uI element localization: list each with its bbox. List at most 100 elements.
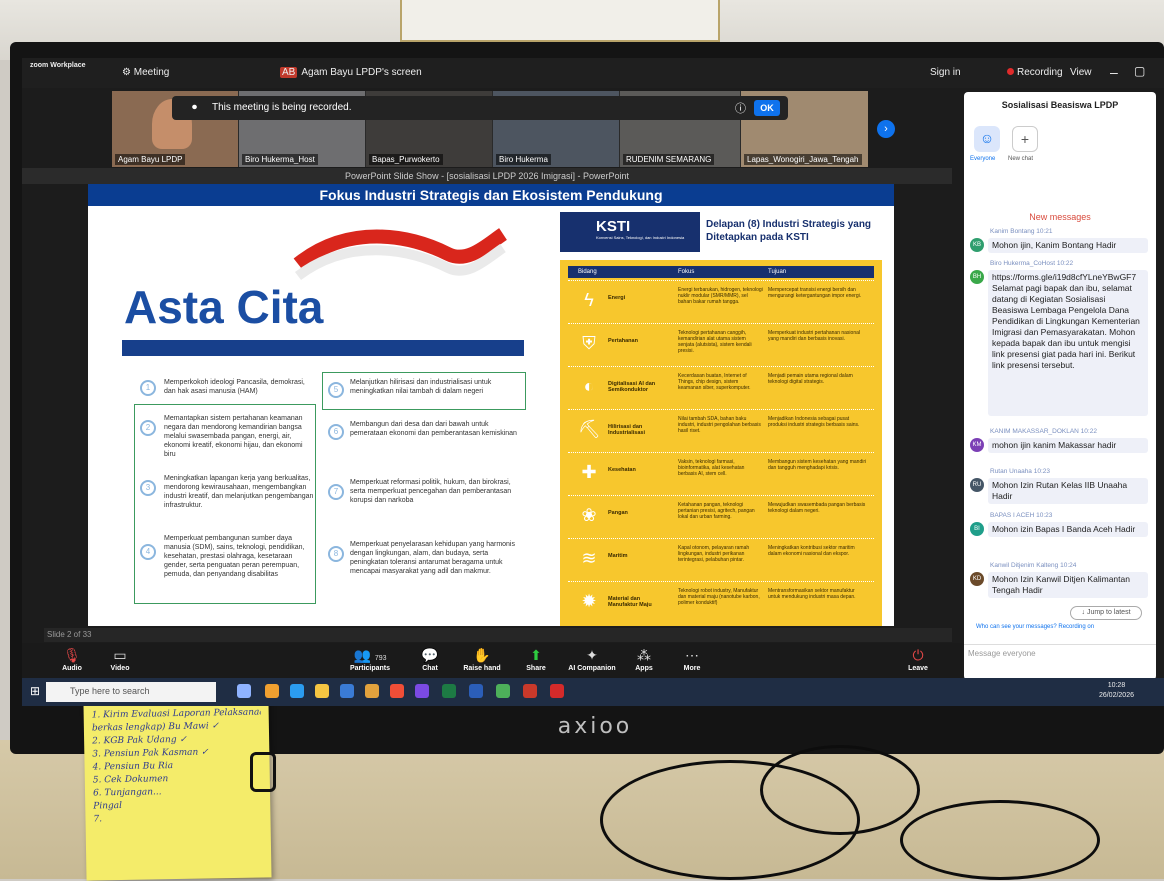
windows-taskbar: ⊞ Type here to search 10:28 26/02/2026: [22, 678, 1164, 706]
participants-button[interactable]: 👥 793 Participants: [340, 647, 400, 672]
chat-button[interactable]: 💬 Chat: [400, 647, 460, 672]
chat-panel: Sosialisasi Beasiswa LPDP ☺ + Everyone N…: [964, 92, 1156, 680]
table-row: ⛏ Hilirisasi dan Industrialisasi Nilai tam…: [568, 409, 874, 449]
chat-input[interactable]: Message everyone: [964, 644, 1156, 680]
item-number: 7: [328, 484, 344, 500]
fokus-cell: Kecerdasan buatan, Internet of Things, c…: [678, 373, 751, 391]
pdf-icon[interactable]: [550, 684, 564, 698]
powerpoint-icon[interactable]: [523, 684, 537, 698]
next-page-arrow-icon[interactable]: ›: [877, 120, 895, 138]
bidang-cell: Maritim: [608, 553, 628, 559]
record-camera-icon: ⏺: [192, 102, 197, 113]
column-header: Bidang: [578, 269, 597, 275]
industry-table: Bidang Fokus Tujuan ϟ Energi Energi terbar…: [560, 260, 882, 626]
view-button[interactable]: View: [1070, 67, 1092, 78]
chrome-icon[interactable]: [496, 684, 510, 698]
ai-companion-button[interactable]: ✦ AI Companion: [562, 647, 622, 672]
fokus-cell: Kapal otonom, pelayaran ramah lingkungan…: [678, 545, 750, 563]
leave-label: Leave: [908, 665, 928, 672]
table-row: ⛨ Pertahanan Teknologi pertahanan canggih,…: [568, 323, 874, 363]
chrome-icon[interactable]: [390, 684, 404, 698]
info-icon[interactable]: ⓘ: [735, 100, 746, 116]
recording-indicator[interactable]: Recording: [1007, 67, 1063, 78]
sticky-note: 1. Kirim Evaluasi Laporan Pelaksanaan be…: [83, 700, 272, 881]
message-sender: BAPAS I ACEH 10:23: [990, 512, 1053, 519]
tile-name: Agam Bayu LPDP: [115, 154, 186, 165]
everyone-chat-icon[interactable]: ☺: [974, 126, 1000, 152]
ksti-title: Delapan (8) Industri Strategis yang Dite…: [706, 219, 872, 243]
jump-label: Jump to latest: [1086, 609, 1131, 616]
ppt-status-bar: Slide 2 of 33: [44, 628, 952, 642]
zoom-logo[interactable]: zoom Workplace: [30, 61, 90, 70]
sign-in-link[interactable]: Sign in: [930, 67, 961, 78]
ppt-window-title: PowerPoint Slide Show - [sosialisasi LPD…: [22, 168, 952, 184]
firefox-icon[interactable]: [365, 684, 379, 698]
file-explorer-icon[interactable]: [315, 684, 329, 698]
chat-title: Sosialisasi Beasiswa LPDP: [1001, 100, 1119, 110]
participants-icon: 👥 793: [353, 647, 387, 663]
ksti-logo: KSTI Konvensi Sains, Teknologi, dan Indu…: [560, 212, 700, 252]
slide: Fokus Industri Strategis dan Ekosistem P…: [88, 184, 894, 626]
word-icon[interactable]: [469, 684, 483, 698]
message-sender: Kanim Bontang 10:21: [990, 228, 1053, 235]
video-button[interactable]: ▭ Video: [90, 647, 150, 672]
asta-item: Melanjutkan hilirisasi dan industrialisa…: [350, 379, 492, 395]
jump-to-latest-button[interactable]: ↓ Jump to latest: [1070, 606, 1142, 620]
avatar: BI: [970, 522, 984, 536]
cable: [760, 745, 920, 835]
chat-bubble-icon: 💬: [421, 647, 439, 663]
edge-icon[interactable]: [290, 684, 304, 698]
message-text: mohon ijin kanim Makassar hadir: [988, 438, 1148, 453]
cable: [900, 800, 1100, 880]
meeting-tab[interactable]: ⚙ Meeting: [122, 67, 169, 78]
bidang-cell: Energi: [608, 295, 626, 301]
industry-icon: ϟ: [584, 290, 594, 310]
maximize-icon[interactable]: ▢: [1134, 64, 1145, 78]
task-view-icon[interactable]: [237, 684, 251, 698]
store-icon[interactable]: [340, 684, 354, 698]
leave-button[interactable]: ⏻ Leave: [888, 647, 948, 672]
chat-label: Chat: [422, 665, 438, 672]
windows-start-icon[interactable]: ⊞: [30, 684, 40, 698]
avatar: AB: [280, 67, 298, 78]
industry-icon: ✹: [581, 591, 597, 611]
share-button[interactable]: ⬆ Share: [506, 647, 566, 672]
table-row: ✚ Kesehatan Vaksin, teknologi farmasi, bio…: [568, 452, 874, 492]
industry-icon: ❀: [581, 505, 597, 525]
avatar: RU: [970, 478, 984, 492]
tujuan-cell: Membangun sistem kesehatan yang mandiri …: [768, 459, 867, 471]
asta-item: Memperkuat reformasi politik, hukum, dan…: [350, 479, 512, 504]
bidang-cell: Digitalisasi AI dan Semikonduktor: [608, 381, 656, 393]
industry-icon: ⛨: [582, 333, 596, 353]
taskbar-search-input[interactable]: Type here to search: [46, 682, 216, 702]
fokus-cell: Teknologi robot industry, Manufaktur dan…: [678, 588, 760, 606]
taskbar-clock[interactable]: 10:28 26/02/2026: [1099, 681, 1134, 701]
tujuan-cell: Mempercepat transisi energi bersih dan m…: [768, 287, 862, 299]
app-icon[interactable]: [265, 684, 279, 698]
raise-hand-button[interactable]: ✋ Raise hand: [452, 647, 512, 672]
zoom-app-icon[interactable]: [415, 684, 429, 698]
who-can-see-link[interactable]: Who can see your messages? Recording on: [976, 624, 1094, 630]
zoom-top-bar: zoom Workplace ⚙ Meeting AB Agam Bayu LPD…: [22, 58, 1164, 88]
tujuan-cell: Mewujudkan swasembada pangan berbasis te…: [768, 502, 866, 514]
screen-share-tab[interactable]: AB Agam Bayu LPDP's screen: [280, 67, 422, 78]
ok-button[interactable]: OK: [754, 100, 780, 116]
excel-icon[interactable]: [442, 684, 456, 698]
asta-item: Membangun dari desa dan dari bawah untuk…: [350, 421, 517, 437]
new-chat-icon[interactable]: +: [1012, 126, 1038, 152]
minimize-icon[interactable]: –: [1110, 64, 1118, 80]
table-row: ϟ Energi Energi terbarukan, hidrogen, tekn…: [568, 280, 874, 320]
flag-ribbon: [293, 228, 507, 281]
tab-new-chat-label[interactable]: New chat: [1008, 156, 1033, 162]
tile-name: Biro Hukerma_Host: [242, 154, 318, 165]
fokus-cell: Energi terbarukan, hidrogen, teknologi n…: [678, 287, 763, 305]
more-button[interactable]: ⋯ More: [662, 647, 722, 672]
tab-everyone-label[interactable]: Everyone: [970, 156, 995, 162]
more-icon: ⋯: [685, 647, 699, 663]
industry-icon: ✚: [581, 462, 597, 482]
asta-item: Meningkatkan lapangan kerja yang berkual…: [164, 475, 314, 509]
industry-icon: ⛏: [578, 419, 601, 439]
avatar: KB: [970, 238, 984, 252]
search-placeholder: Type here to search: [70, 686, 150, 696]
tujuan-cell: Memperkuat industri pertahanan nasional …: [768, 330, 860, 342]
